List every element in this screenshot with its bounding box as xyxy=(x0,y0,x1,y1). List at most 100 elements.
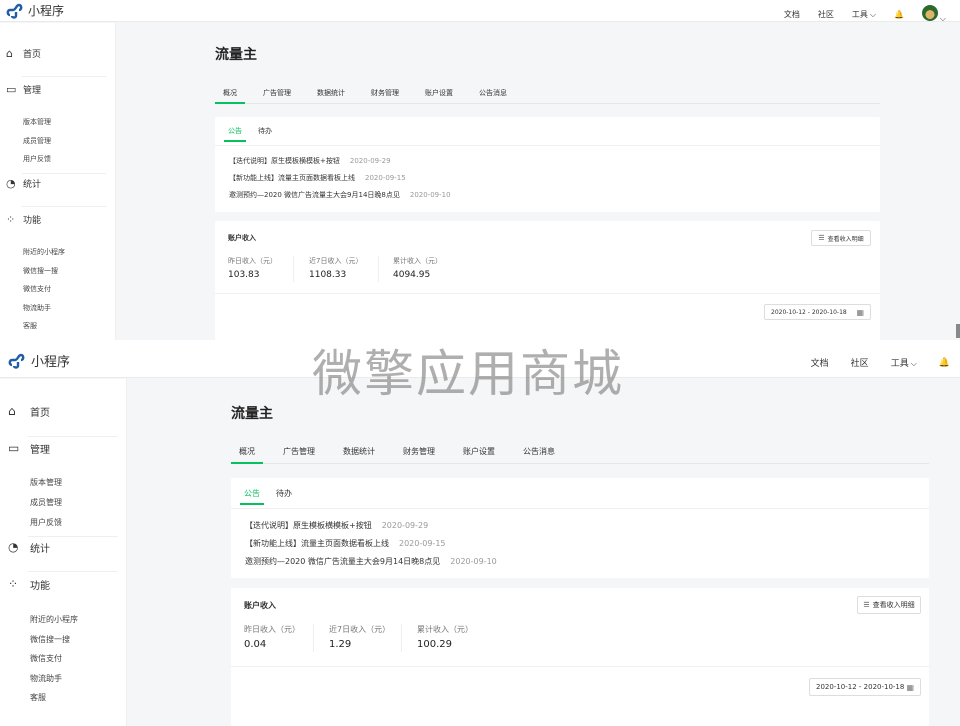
tab-finance[interactable]: 财务管理 xyxy=(395,446,443,463)
sidebar-item-label: 统计 xyxy=(23,179,42,190)
nav-community-link[interactable]: 社区 xyxy=(818,9,834,20)
stat-total: 累计收入（元） 100.29 xyxy=(417,624,473,650)
bell-icon[interactable]: 🔔 xyxy=(939,358,950,368)
sidebar-subitem-logistics[interactable]: 物流助手 xyxy=(23,303,51,313)
bell-icon[interactable]: 🔔 xyxy=(894,10,904,19)
nav-tools-label: 工具 xyxy=(890,359,909,369)
app-name: 小程序 xyxy=(28,4,65,18)
account-income-title: 账户收入 xyxy=(228,234,256,242)
nav-tools-menu[interactable]: 工具 ⌵ xyxy=(852,9,876,20)
sidebar-subitem-search[interactable]: 微信搜一搜 xyxy=(23,266,58,276)
account-income-title: 账户收入 xyxy=(244,601,276,610)
sidebar-item-label: 首页 xyxy=(23,49,42,60)
stat-label: 近7日收入（元） xyxy=(309,257,363,265)
subtab-notice[interactable]: 公告 xyxy=(224,126,246,142)
notice-date: 2020-09-10 xyxy=(409,191,451,199)
sidebar-divider xyxy=(28,571,118,572)
notice-item[interactable]: 【迭代说明】原生模板横模板+按钮 2020-09-29 xyxy=(245,520,428,531)
nav-tools-menu[interactable]: 工具 ⌵ xyxy=(891,356,917,369)
sidebar-divider xyxy=(22,76,106,77)
tab-data-stats[interactable]: 数据统计 xyxy=(335,446,383,463)
notice-text: 邀测预约—2020 微信广告流量主大会9月14日晚8点见 xyxy=(229,191,400,199)
tab-overview[interactable]: 概况 xyxy=(215,88,245,104)
notice-text: 邀测预约—2020 微信广告流量主大会9月14日晚8点见 xyxy=(245,557,441,566)
view-income-detail-button[interactable]: ☰ 查看收入明细 xyxy=(857,596,921,614)
sidebar-subitem-search[interactable]: 微信搜一搜 xyxy=(30,634,70,645)
app-logo[interactable]: 小程序 xyxy=(6,2,64,19)
stat-yesterday: 昨日收入（元） 103.83 xyxy=(228,256,277,280)
nav-tools-label: 工具 xyxy=(851,10,868,19)
subtab-todo[interactable]: 待办 xyxy=(276,488,292,499)
tab-finance[interactable]: 财务管理 xyxy=(363,88,407,103)
subtab-todo[interactable]: 待办 xyxy=(258,126,272,136)
nav-docs-link[interactable]: 文档 xyxy=(784,9,800,20)
sidebar-item-label: 统计 xyxy=(30,543,50,555)
subtab-notice[interactable]: 公告 xyxy=(240,488,264,505)
sidebar-item-label: 管理 xyxy=(30,444,50,456)
sidebar-subitem-feedback[interactable]: 用户反馈 xyxy=(23,154,51,164)
chevron-down-icon: ⌵ xyxy=(939,14,946,23)
sidebar-item-label: 首页 xyxy=(30,407,50,419)
monitor-icon: ▭ xyxy=(8,441,20,455)
avatar xyxy=(921,5,938,21)
tab-announcements[interactable]: 公告消息 xyxy=(471,88,515,103)
top-navbar: 小程序 文档 社区 工具 ⌵ 🔔 ⌵ xyxy=(0,0,960,24)
nav-community-link[interactable]: 社区 xyxy=(851,356,869,369)
sidebar-subitem-pay[interactable]: 微信支付 xyxy=(23,284,51,294)
tab-announcements[interactable]: 公告消息 xyxy=(515,446,563,463)
user-menu[interactable]: ⌵ xyxy=(921,5,946,24)
sidebar-subitem-logistics[interactable]: 物流助手 xyxy=(30,673,62,684)
nav-docs-link[interactable]: 文档 xyxy=(811,356,829,369)
sidebar-subitem-versions[interactable]: 版本管理 xyxy=(23,117,51,127)
date-range-picker[interactable]: 2020-10-12 - 2020-10-18 ▦ xyxy=(809,678,921,696)
sidebar-subitem-service[interactable]: 客服 xyxy=(23,321,37,331)
sidebar-divider xyxy=(28,436,118,437)
card-divider xyxy=(215,145,880,146)
sidebar-subitem-nearby[interactable]: 附近的小程序 xyxy=(23,247,65,257)
calendar-icon: ▦ xyxy=(856,307,864,317)
card-divider xyxy=(231,666,929,667)
sidebar-subitem-members[interactable]: 成员管理 xyxy=(23,136,51,146)
sidebar-divider xyxy=(22,206,106,207)
date-range-text: 2020-10-12 - 2020-10-18 xyxy=(816,683,905,691)
button-label: 查看收入明细 xyxy=(827,235,864,243)
sidebar-subitem-nearby[interactable]: 附近的小程序 xyxy=(30,614,78,625)
view-income-detail-button[interactable]: ☰ 查看收入明细 xyxy=(811,230,871,246)
stat-value: 0.04 xyxy=(244,639,267,650)
stat-value: 4094.95 xyxy=(393,270,431,280)
miniprogram-logo-icon xyxy=(8,353,25,369)
notice-item[interactable]: 【新功能上线】流量主页面数据看板上线 2020-09-15 xyxy=(229,173,406,183)
notice-text: 【迭代说明】原生模板横模板+按钮 xyxy=(245,521,372,530)
stat-last7days: 近7日收入（元） 1108.33 xyxy=(309,256,362,280)
chevron-down-icon: ⌵ xyxy=(910,359,917,368)
scrollbar-thumb[interactable] xyxy=(956,324,960,338)
notice-item[interactable]: 【迭代说明】原生模板横模板+按钮 2020-09-29 xyxy=(229,156,391,166)
sidebar-subitem-members[interactable]: 成员管理 xyxy=(30,497,62,508)
watermark: 微擎应用商城 xyxy=(312,345,624,403)
sidebar-subitem-feedback[interactable]: 用户反馈 xyxy=(30,517,62,528)
app-logo[interactable]: 小程序 xyxy=(8,351,70,370)
list-icon: ☰ xyxy=(863,601,870,609)
date-range-picker[interactable]: 2020-10-12 - 2020-10-18 ▦ xyxy=(764,304,871,320)
sidebar-subitem-pay[interactable]: 微信支付 xyxy=(30,653,62,664)
account-income-card: 账户收入 ☰ 查看收入明细 昨日收入（元） 103.83 近7日收入（元） 1108.… xyxy=(215,221,880,340)
tab-ad-manage[interactable]: 广告管理 xyxy=(275,446,323,463)
tab-account-settings[interactable]: 账户设置 xyxy=(417,88,461,103)
grid-icon: ⁘ xyxy=(8,577,19,591)
tab-data-stats[interactable]: 数据统计 xyxy=(309,88,353,103)
sidebar-item-label: 功能 xyxy=(23,215,42,226)
notice-item[interactable]: 【新功能上线】流量主页面数据看板上线 2020-09-15 xyxy=(245,538,446,549)
sidebar-subitem-versions[interactable]: 版本管理 xyxy=(30,477,62,488)
page-title: 流量主 xyxy=(231,406,273,422)
sidebar-item-label: 功能 xyxy=(30,580,50,592)
stat-separator xyxy=(313,624,314,652)
sidebar-subitem-service[interactable]: 客服 xyxy=(30,692,46,703)
stat-total: 累计收入（元） 4094.95 xyxy=(393,256,442,280)
stat-value: 103.83 xyxy=(228,270,260,280)
stat-last7days: 近7日收入（元） 1.29 xyxy=(329,624,390,650)
tab-overview[interactable]: 概况 xyxy=(231,446,263,464)
notice-item[interactable]: 邀测预约—2020 微信广告流量主大会9月14日晚8点见 2020-09-10 xyxy=(229,190,451,200)
tab-account-settings[interactable]: 账户设置 xyxy=(455,446,503,463)
notice-item[interactable]: 邀测预约—2020 微信广告流量主大会9月14日晚8点见 2020-09-10 xyxy=(245,556,497,567)
tab-ad-manage[interactable]: 广告管理 xyxy=(255,88,299,103)
